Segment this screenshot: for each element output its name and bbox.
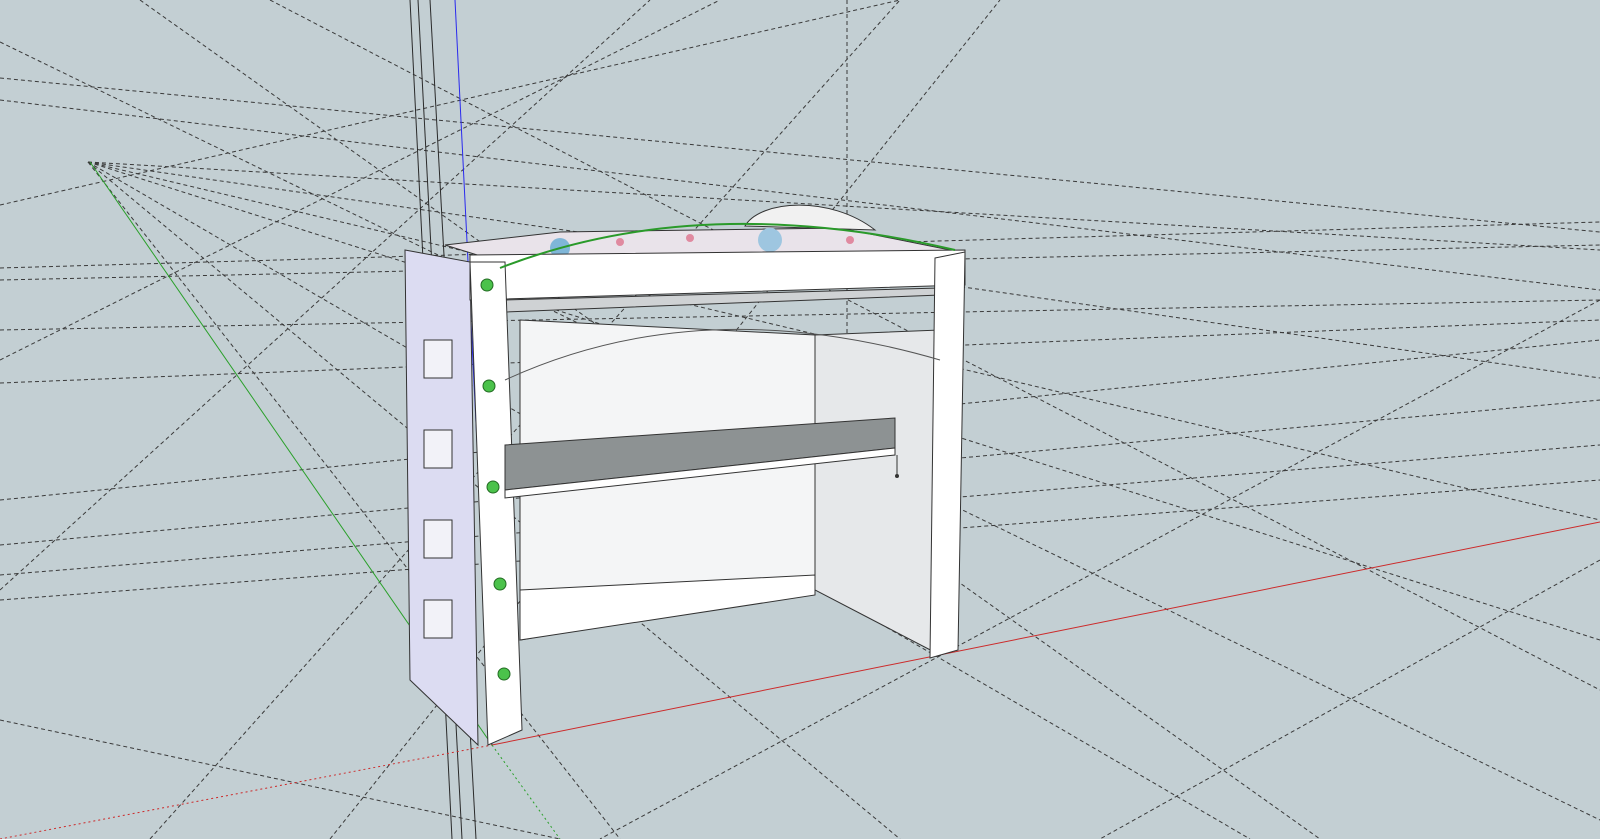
red-axis-hidden [0, 744, 493, 839]
inference-point [497, 667, 511, 681]
inference-point [480, 278, 494, 292]
front-post-left [469, 261, 523, 746]
inference-point [486, 480, 500, 494]
left-side-panel [404, 249, 479, 747]
inference-point [482, 379, 496, 393]
modeling-viewport[interactable] [0, 0, 1600, 839]
back-post-right [929, 251, 966, 659]
inference-point [493, 577, 507, 591]
scene-canvas[interactable] [0, 0, 1600, 839]
back-panel [814, 329, 941, 656]
green-axis-hidden [491, 744, 561, 839]
